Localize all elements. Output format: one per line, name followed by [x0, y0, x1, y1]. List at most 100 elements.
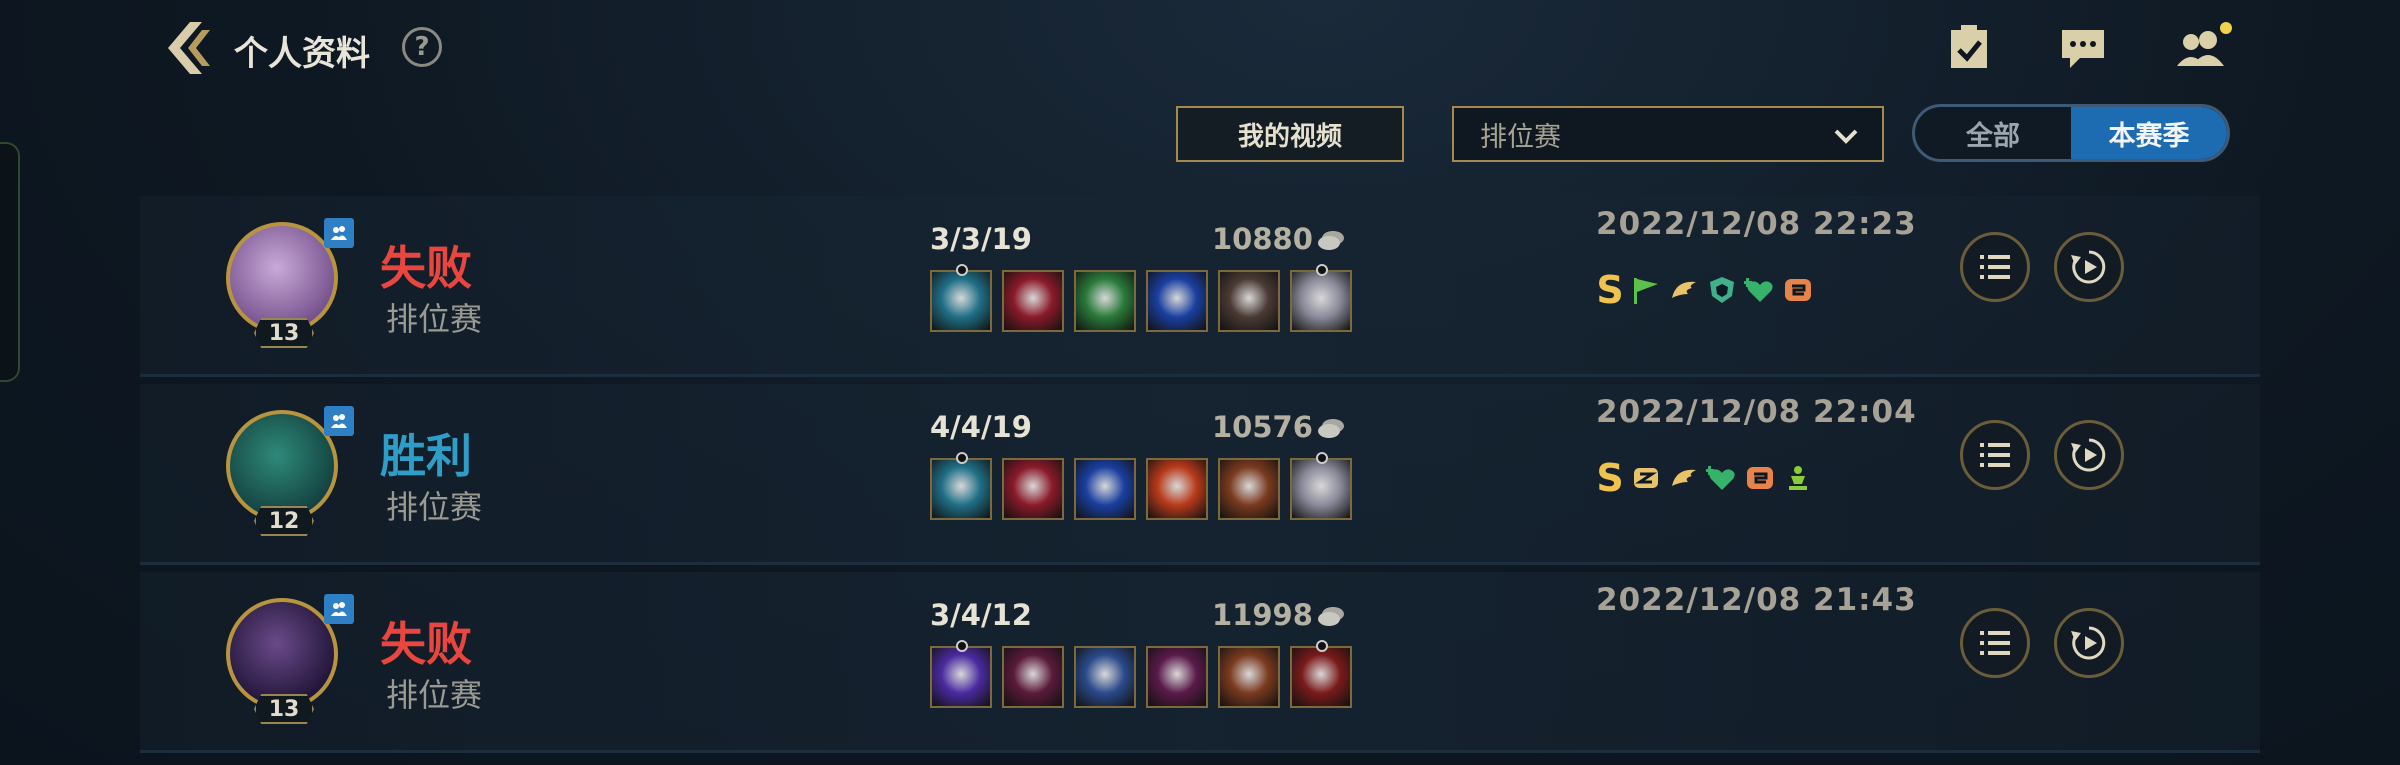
item-slot [1002, 270, 1064, 332]
item-slot [1290, 264, 1352, 332]
item-slot [1146, 646, 1208, 708]
item-slot [1074, 646, 1136, 708]
replay-icon [2071, 438, 2106, 472]
page-title: 个人资料 [234, 34, 370, 74]
wing-icon [1668, 272, 1700, 308]
crown-icon [1782, 460, 1814, 496]
item-slot [1074, 270, 1136, 332]
avatar [226, 222, 338, 334]
item-slot [1146, 270, 1208, 332]
match-row[interactable]: 13 失败 排位赛 3/4/12 11998 2022/12/08 21:43 [140, 572, 2260, 753]
item-marker [1316, 264, 1328, 276]
champion-level: 13 [254, 318, 314, 348]
coin-icon [1630, 460, 1662, 496]
item-slot [1002, 458, 1064, 520]
match-replay-button[interactable] [2054, 420, 2124, 490]
item-slot [1218, 646, 1280, 708]
party-icon [324, 594, 354, 624]
item-slot [1074, 458, 1136, 520]
chain-icon [1782, 272, 1814, 308]
list-icon [1980, 443, 2010, 467]
party-icon [324, 218, 354, 248]
item-marker [956, 264, 968, 276]
chat-icon [2062, 30, 2104, 68]
mode-select-value: 排位赛 [1480, 121, 1561, 153]
back-button[interactable] [162, 18, 212, 78]
shield-icon [1706, 272, 1738, 308]
avatar [226, 598, 338, 710]
list-icon [1980, 255, 2010, 279]
match-detail-button[interactable] [1960, 420, 2030, 490]
wing-icon [1668, 460, 1700, 496]
side-edge-strip [0, 142, 20, 382]
badge-list: S [1596, 456, 1814, 500]
list-icon [1980, 631, 2010, 655]
heart-icon [1706, 460, 1738, 496]
party-icon [324, 406, 354, 436]
match-gold: 11998 [1212, 598, 1313, 632]
item-marker [1316, 452, 1328, 464]
avatar [226, 410, 338, 522]
match-replay-button[interactable] [2054, 608, 2124, 678]
item-marker [956, 452, 968, 464]
item-list [930, 640, 1352, 708]
mode-select[interactable]: 排位赛 [1452, 106, 1884, 162]
season-toggle[interactable]: 全部 本赛季 [1912, 104, 2230, 162]
badge-list: S [1596, 268, 1814, 312]
gold-coin-icon [1318, 607, 1344, 626]
item-list [930, 264, 1352, 332]
flag-icon [1630, 272, 1662, 308]
checklist-icon [1951, 25, 1987, 68]
chat-button[interactable] [2058, 22, 2108, 72]
match-result: 失败 [380, 241, 472, 295]
back-arrow-icon [168, 22, 210, 74]
item-marker [956, 640, 968, 652]
item-slot [1290, 640, 1352, 708]
champion-avatar: 13 [226, 594, 354, 728]
s-rank-icon: S [1596, 456, 1624, 500]
season-option-current[interactable]: 本赛季 [2071, 107, 2227, 159]
friends-icon [2177, 22, 2232, 66]
friends-button[interactable] [2174, 22, 2234, 72]
item-slot [1218, 458, 1280, 520]
checklist-button[interactable] [1944, 22, 1994, 72]
item-slot [1218, 270, 1280, 332]
item-slot [1290, 452, 1352, 520]
champion-avatar: 12 [226, 406, 354, 540]
s-rank-icon: S [1596, 268, 1624, 312]
match-kda: 3/4/12 [930, 598, 1032, 632]
season-option-all[interactable]: 全部 [1915, 107, 2071, 159]
match-datetime: 2022/12/08 22:04 [1596, 394, 1917, 430]
champion-avatar: 13 [226, 218, 354, 352]
my-video-button[interactable]: 我的视频 [1176, 106, 1404, 162]
match-kda: 3/3/19 [930, 222, 1032, 256]
item-slot [1002, 646, 1064, 708]
match-replay-button[interactable] [2054, 232, 2124, 302]
match-mode: 排位赛 [386, 300, 483, 338]
chain-icon [1744, 460, 1776, 496]
match-gold: 10880 [1212, 222, 1313, 256]
match-row[interactable]: 13 失败 排位赛 3/3/19 10880 2022/12/08 22:23 … [140, 196, 2260, 377]
match-row[interactable]: 12 胜利 排位赛 4/4/19 10576 2022/12/08 22:04 … [140, 384, 2260, 565]
match-kda: 4/4/19 [930, 410, 1032, 444]
champion-level: 12 [254, 506, 314, 536]
gold-coin-icon [1318, 419, 1344, 438]
match-gold: 10576 [1212, 410, 1313, 444]
heart-icon [1744, 272, 1776, 308]
item-slot [930, 264, 992, 332]
item-marker [1316, 640, 1328, 652]
match-detail-button[interactable] [1960, 608, 2030, 678]
match-result: 失败 [380, 617, 472, 671]
item-slot [1146, 458, 1208, 520]
item-slot [930, 452, 992, 520]
match-datetime: 2022/12/08 21:43 [1596, 582, 1917, 618]
gold-coin-icon [1318, 231, 1344, 250]
match-result: 胜利 [380, 429, 472, 483]
replay-icon [2071, 250, 2106, 284]
replay-icon [2071, 626, 2106, 660]
chevron-down-icon [1834, 129, 1858, 144]
item-list [930, 452, 1352, 520]
match-detail-button[interactable] [1960, 232, 2030, 302]
match-mode: 排位赛 [386, 676, 483, 714]
help-icon[interactable]: ? [402, 27, 442, 67]
